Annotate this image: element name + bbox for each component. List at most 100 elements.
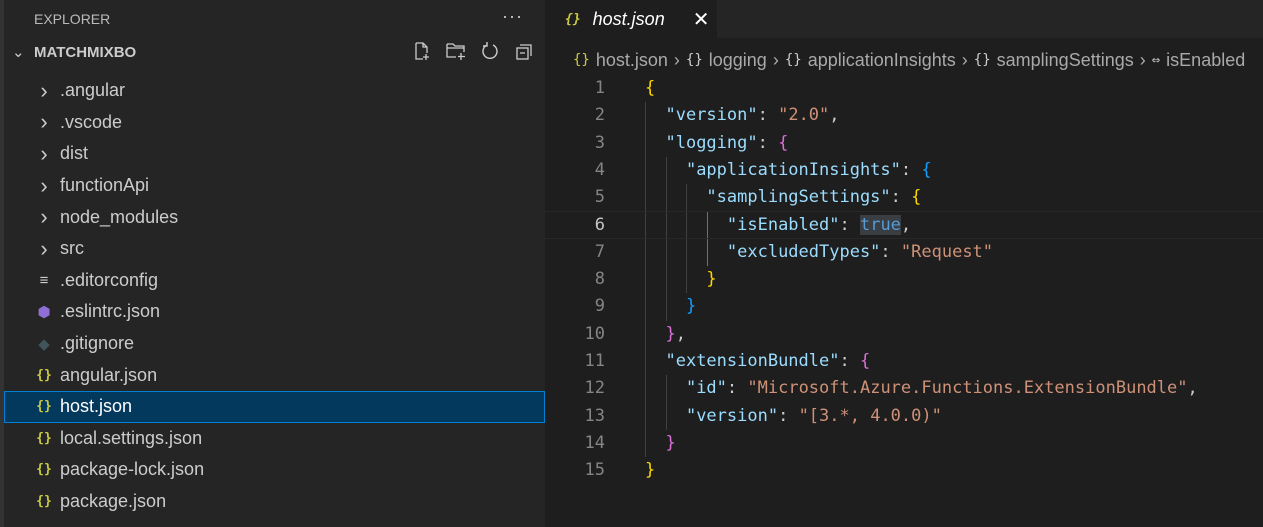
code-token: "applicationInsights"	[685, 159, 901, 180]
tree-item-label: node_modules	[60, 206, 179, 227]
breadcrumb-label: host.json	[595, 49, 668, 70]
tree-item-eslintrc-json[interactable]: ⬢ .eslintrc.json	[4, 296, 545, 328]
tree-item-label: host.json	[60, 396, 133, 417]
line-number: 10	[584, 323, 605, 344]
refresh-icon[interactable]	[479, 40, 501, 62]
tree-item-angular[interactable]: › .angular	[4, 75, 545, 107]
line-number: 2	[594, 105, 605, 126]
json-file-icon: {}	[36, 399, 52, 415]
code-editor[interactable]: 1{2 "version": "2.0", 3 "logging": {4 "ap…	[545, 75, 1263, 484]
code-token: true	[859, 215, 901, 236]
breadcrumb-applicationInsights[interactable]: {} applicationInsights	[785, 50, 956, 71]
breadcrumb-label: logging	[708, 49, 767, 70]
code-line: 9 }	[545, 293, 1263, 321]
chevron-right-icon: ›	[961, 49, 968, 70]
file-tree: › .angular › .vscode › dist › functionApi › node_…	[4, 75, 545, 517]
tree-item-editorconfig[interactable]: ≡ .editorconfig	[4, 265, 545, 297]
breadcrumb-host.json[interactable]: {} host.json	[573, 50, 668, 71]
tree-item-label: package-lock.json	[60, 459, 205, 480]
code-line: 3 "logging": {	[545, 129, 1263, 157]
code-token: {	[645, 78, 656, 98]
chevron-right-icon: ›	[673, 49, 680, 70]
tab-host-json[interactable]: {} host.json ✕	[545, 0, 717, 38]
tree-item-functionApi[interactable]: › functionApi	[4, 170, 545, 202]
breadcrumb-label: applicationInsights	[807, 49, 956, 70]
new-folder-icon[interactable]	[445, 40, 467, 62]
workspace-root[interactable]: ⌄ MATCHMIXBO	[4, 38, 545, 66]
code-token: "samplingSettings"	[706, 187, 891, 208]
editor-area: {} host.json ✕ {} host.json ›{} logging ›{} a…	[545, 0, 1263, 527]
code-token: ,	[675, 323, 686, 344]
line-number: 4	[594, 159, 605, 180]
tree-item-src[interactable]: › src	[4, 233, 545, 265]
breadcrumb-samplingSettings[interactable]: {} samplingSettings	[974, 50, 1134, 71]
code-token: :	[890, 187, 912, 208]
tree-item-dist[interactable]: › dist	[4, 138, 545, 170]
chevron-right-icon: ›	[40, 172, 48, 198]
tree-item-package-json[interactable]: {} package.json	[4, 486, 545, 518]
code-token: ,	[829, 105, 840, 126]
code-token: "isEnabled"	[726, 215, 840, 236]
chevron-right-icon: ›	[1139, 49, 1146, 70]
code-text: }	[645, 430, 675, 457]
line-number: 3	[594, 132, 605, 153]
breadcrumb-logging[interactable]: {} logging	[686, 50, 767, 71]
collapse-all-icon[interactable]	[513, 40, 535, 62]
breadcrumb-isEnabled[interactable]: ⇔ isEnabled	[1152, 50, 1246, 71]
more-actions-icon[interactable]: ···	[502, 6, 523, 27]
chevron-right-icon: ›	[772, 49, 779, 70]
tab-label: host.json	[592, 8, 665, 29]
chevron-down-icon: ⌄	[12, 44, 25, 61]
code-token: "2.0"	[778, 105, 830, 126]
code-text: "version": "[3.*, 4.0.0)"	[645, 403, 942, 430]
tree-item-package-lock-json[interactable]: {} package-lock.json	[4, 454, 545, 486]
code-token: "excludedTypes"	[726, 241, 881, 262]
code-token: "Microsoft.Azure.Functions.ExtensionBund…	[747, 378, 1188, 399]
code-token: :	[757, 132, 779, 153]
code-text: }	[645, 457, 655, 484]
code-text: "applicationInsights": {	[645, 157, 932, 184]
code-token: "logging"	[665, 132, 758, 153]
line-number: 6	[594, 215, 605, 236]
code-line: 11 "extensionBundle": {	[545, 347, 1263, 376]
tree-item-node_modules[interactable]: › node_modules	[4, 201, 545, 233]
code-line: 10 },	[545, 320, 1263, 348]
breadcrumb-label: samplingSettings	[996, 49, 1134, 70]
object-icon: {}	[973, 52, 991, 68]
code-token: :	[839, 350, 860, 371]
code-token: {	[859, 350, 871, 371]
code-line: 1{	[545, 75, 1263, 102]
code-token: }	[645, 460, 656, 481]
tree-item-local-settings-json[interactable]: {} local.settings.json	[4, 423, 545, 455]
tree-item-gitignore[interactable]: ◆ .gitignore	[4, 328, 545, 360]
tab-bar: {} host.json ✕	[545, 0, 1263, 38]
code-token: :	[778, 405, 799, 426]
code-line: 14 }	[545, 429, 1263, 458]
code-token: {	[911, 187, 922, 208]
code-line: 4 "applicationInsights": {	[545, 156, 1263, 185]
chevron-right-icon: ›	[40, 140, 48, 166]
breadcrumb-label: isEnabled	[1166, 49, 1246, 70]
json-file-icon: {}	[36, 367, 52, 383]
tree-item-host-json[interactable]: {} host.json	[4, 390, 545, 423]
code-text: "isEnabled": true,	[645, 212, 911, 239]
chevron-right-icon: ›	[40, 235, 48, 261]
json-file-icon: {}	[36, 494, 52, 510]
new-file-icon[interactable]	[411, 40, 433, 62]
code-token: "[3.*, 4.0.0)"	[798, 405, 942, 426]
property-icon: ⇔	[1151, 52, 1161, 68]
json-file-icon: {}	[36, 462, 52, 478]
code-line: 2 "version": "2.0",	[545, 102, 1263, 130]
code-text: "samplingSettings": {	[645, 184, 921, 211]
tree-item-angular-json[interactable]: {} angular.json	[4, 359, 545, 391]
close-icon[interactable]: ✕	[693, 7, 710, 32]
json-file-icon: {}	[565, 11, 581, 27]
tree-item-vscode[interactable]: › .vscode	[4, 107, 545, 139]
